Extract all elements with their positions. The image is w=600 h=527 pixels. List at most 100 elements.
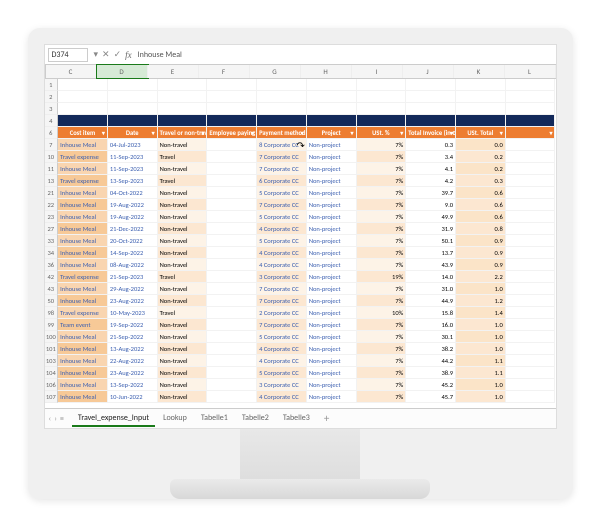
- row-number[interactable]: 99: [45, 319, 59, 331]
- cell[interactable]: [506, 115, 556, 127]
- cell-extra[interactable]: [506, 331, 556, 343]
- cell-project[interactable]: Non-project: [307, 391, 357, 403]
- cell-extra[interactable]: [506, 151, 556, 163]
- cell-date[interactable]: 08-Aug-2022: [108, 259, 158, 271]
- table-header-total_inv[interactable]: Total Invoice (in €): [406, 127, 456, 139]
- cell-ust-pct[interactable]: 7%: [357, 379, 407, 391]
- cell-date[interactable]: 04-Oct-2022: [108, 187, 158, 199]
- cell-extra[interactable]: [506, 187, 556, 199]
- cell-travel[interactable]: Non-travel: [158, 247, 208, 259]
- cell-ust-total[interactable]: 0.3: [456, 175, 506, 187]
- column-header-D[interactable]: D: [97, 65, 148, 78]
- cell-cost-item[interactable]: Travel expense: [58, 307, 108, 319]
- cell-project[interactable]: Non-project: [307, 247, 357, 259]
- row-number[interactable]: 43: [45, 283, 59, 295]
- row-number[interactable]: 21: [45, 187, 59, 199]
- row-number[interactable]: 36: [45, 259, 59, 271]
- cell-total-invoice[interactable]: 4.1: [406, 163, 456, 175]
- cell-total-invoice[interactable]: 3.4: [406, 151, 456, 163]
- cell-total-invoice[interactable]: 45.7: [406, 391, 456, 403]
- cell-travel[interactable]: Travel: [158, 307, 208, 319]
- cell-ust-pct[interactable]: 7%: [357, 283, 407, 295]
- cell-cost-item[interactable]: Travel expense: [58, 271, 108, 283]
- column-header-F[interactable]: F: [199, 65, 250, 78]
- cell-employee[interactable]: [207, 379, 257, 391]
- cell-project[interactable]: Non-project: [307, 163, 357, 175]
- cell[interactable]: [456, 79, 506, 91]
- cell-employee[interactable]: [207, 295, 257, 307]
- row-number[interactable]: 101: [45, 343, 59, 355]
- cell-extra[interactable]: [506, 235, 556, 247]
- row-number[interactable]: 98: [45, 307, 59, 319]
- cell-extra[interactable]: [506, 319, 556, 331]
- cell-total-invoice[interactable]: 31.9: [406, 223, 456, 235]
- row-number[interactable]: 107: [45, 391, 59, 403]
- cell-ust-total[interactable]: 0.2: [456, 163, 506, 175]
- cell-date[interactable]: 10-May-2023: [108, 307, 158, 319]
- cell[interactable]: [506, 91, 556, 103]
- cell-extra[interactable]: [506, 259, 556, 271]
- cell[interactable]: [406, 103, 456, 115]
- dropdown-icon[interactable]: ▾: [94, 49, 99, 60]
- cell-cost-item[interactable]: Inhouse Meal: [58, 331, 108, 343]
- row-number[interactable]: 34: [45, 247, 59, 259]
- cell-project[interactable]: Non-project: [307, 331, 357, 343]
- cell-employee[interactable]: [207, 199, 257, 211]
- cell-ust-pct[interactable]: 19%: [357, 271, 407, 283]
- cell-cost-item[interactable]: Inhouse Meal: [58, 199, 108, 211]
- cell-employee[interactable]: [207, 139, 257, 151]
- cell-project[interactable]: Non-project: [307, 199, 357, 211]
- cell-total-invoice[interactable]: 16.0: [406, 319, 456, 331]
- row-number[interactable]: 33: [45, 235, 59, 247]
- cell-cost-item[interactable]: Inhouse Meal: [58, 211, 108, 223]
- cell-ust-pct[interactable]: 7%: [357, 247, 407, 259]
- cell-date[interactable]: 21-Sep-2022: [108, 331, 158, 343]
- row-number[interactable]: 50: [45, 295, 59, 307]
- table-header-payment[interactable]: Payment method: [257, 127, 307, 139]
- cell[interactable]: [307, 115, 357, 127]
- cell-travel[interactable]: Non-travel: [158, 295, 208, 307]
- cell-total-invoice[interactable]: 31.0: [406, 283, 456, 295]
- row-number[interactable]: 6: [45, 127, 59, 139]
- cell-ust-pct[interactable]: 7%: [357, 187, 407, 199]
- cell[interactable]: [58, 115, 108, 127]
- cell-ust-pct[interactable]: 7%: [357, 355, 407, 367]
- cell-ust-pct[interactable]: 7%: [357, 259, 407, 271]
- cell-ust-total[interactable]: 1.2: [456, 295, 506, 307]
- cell-extra[interactable]: [506, 355, 556, 367]
- column-header-E[interactable]: E: [148, 65, 199, 78]
- cell-project[interactable]: Non-project: [307, 139, 357, 151]
- cell-total-invoice[interactable]: 38.9: [406, 367, 456, 379]
- cell-extra[interactable]: [506, 271, 556, 283]
- column-header-G[interactable]: G: [250, 65, 301, 78]
- cell-payment[interactable]: 7 Corporate CC: [257, 283, 307, 295]
- cell[interactable]: [456, 103, 506, 115]
- cell-payment[interactable]: 3 Corporate CC: [257, 271, 307, 283]
- cell-cost-item[interactable]: Inhouse Meal: [58, 343, 108, 355]
- cell-project[interactable]: Non-project: [307, 295, 357, 307]
- cell[interactable]: [257, 91, 307, 103]
- cell-travel[interactable]: Non-travel: [158, 199, 208, 211]
- cell-payment[interactable]: 7 Corporate CC: [257, 151, 307, 163]
- row-number[interactable]: 103: [45, 355, 59, 367]
- cell-project[interactable]: Non-project: [307, 355, 357, 367]
- cell-ust-total[interactable]: 2.2: [456, 271, 506, 283]
- sheet-tab-lookup[interactable]: Lookup: [157, 411, 193, 427]
- cell-total-invoice[interactable]: 50.1: [406, 235, 456, 247]
- sheet-tab-tabelle2[interactable]: Tabelle2: [236, 411, 275, 427]
- cell-travel[interactable]: Non-travel: [158, 187, 208, 199]
- cell-ust-pct[interactable]: 7%: [357, 223, 407, 235]
- row-number[interactable]: 3: [45, 103, 59, 115]
- cell-cost-item[interactable]: Inhouse Meal: [58, 139, 108, 151]
- cell-employee[interactable]: [207, 163, 257, 175]
- cell-project[interactable]: Non-project: [307, 175, 357, 187]
- cell-travel[interactable]: Non-travel: [158, 379, 208, 391]
- cell-total-invoice[interactable]: 43.9: [406, 259, 456, 271]
- cell-date[interactable]: 19-Sep-2022: [108, 319, 158, 331]
- row-number[interactable]: 104: [45, 367, 59, 379]
- cell-payment[interactable]: 7 Corporate CC: [257, 319, 307, 331]
- cell-total-invoice[interactable]: 39.7: [406, 187, 456, 199]
- cell-ust-total[interactable]: 1.1: [456, 367, 506, 379]
- confirm-icon[interactable]: ✓: [114, 49, 122, 60]
- cell-project[interactable]: Non-project: [307, 223, 357, 235]
